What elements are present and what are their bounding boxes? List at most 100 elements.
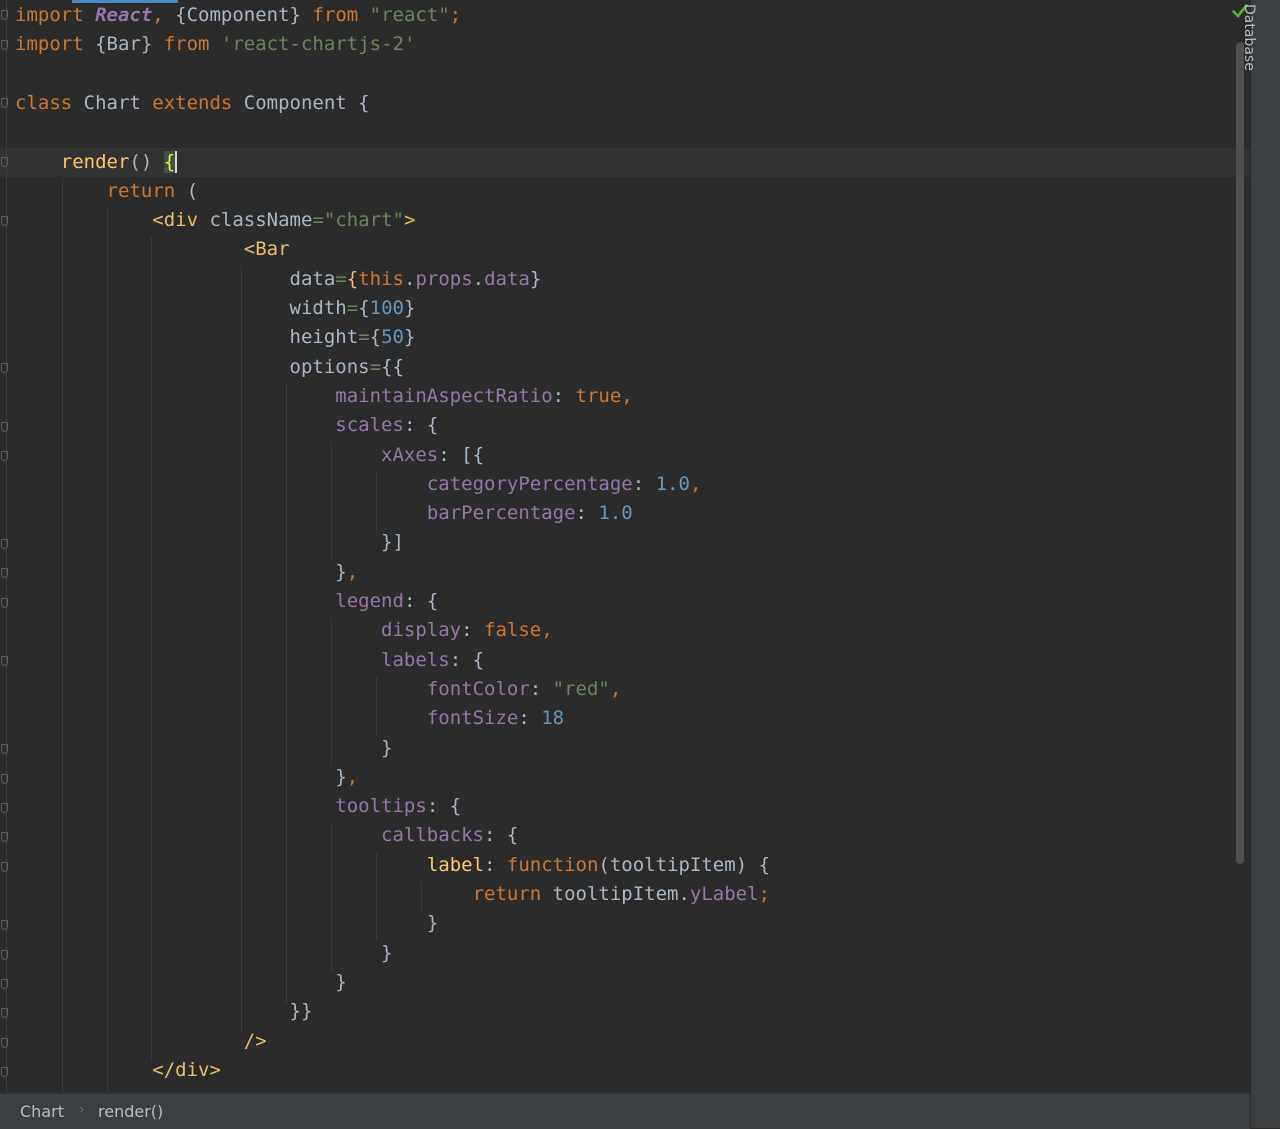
code-token: = xyxy=(312,209,324,232)
code-token: </div> xyxy=(152,1058,221,1081)
fold-marker[interactable] xyxy=(1,10,8,20)
code-line[interactable]: import {Bar} from 'react-chartjs-2' xyxy=(15,30,415,59)
fold-marker[interactable] xyxy=(1,774,8,784)
code-line[interactable]: }} xyxy=(15,997,313,1026)
code-line[interactable]: scales: { xyxy=(15,411,438,440)
code-token: Component { xyxy=(243,91,370,114)
code-token: barPercentage xyxy=(426,502,576,525)
code-token: . xyxy=(403,267,416,290)
code-token: this xyxy=(358,267,404,290)
code-token: callbacks xyxy=(381,824,484,847)
breadcrumb-class[interactable]: Chart xyxy=(20,1102,64,1121)
code-token: , xyxy=(152,4,176,26)
code-line[interactable]: display: false, xyxy=(15,616,553,645)
code-line[interactable]: } xyxy=(15,909,438,938)
code-line[interactable]: <div className="chart"> xyxy=(15,206,415,235)
fold-marker[interactable] xyxy=(1,656,8,666)
fold-marker[interactable] xyxy=(1,598,8,608)
database-tool-tab[interactable]: Database xyxy=(1241,0,1276,80)
breadcrumb: Chart › render() xyxy=(0,1093,1250,1129)
code-line[interactable]: width={100} xyxy=(15,294,416,323)
fold-marker[interactable] xyxy=(1,920,8,930)
code-line[interactable]: maintainAspectRatio: true, xyxy=(15,382,632,411)
code-token: options xyxy=(289,355,370,378)
right-tool-strip xyxy=(1250,0,1280,1128)
code-line[interactable]: fontSize: 18 xyxy=(15,704,564,733)
current-line-highlight xyxy=(0,148,1250,177)
code-line[interactable]: categoryPercentage: 1.0, xyxy=(15,470,702,499)
code-line[interactable]: }] xyxy=(15,528,404,557)
code-token: extends xyxy=(152,91,244,114)
code-token: : xyxy=(461,619,485,642)
breadcrumb-method[interactable]: render() xyxy=(98,1102,163,1121)
code-token: labels xyxy=(381,648,450,671)
fold-marker[interactable] xyxy=(1,1008,8,1018)
code-line[interactable]: <Bar xyxy=(15,235,290,264)
code-line[interactable]: callbacks: { xyxy=(15,821,518,850)
code-token: { xyxy=(163,150,176,173)
code-line[interactable]: data={this.props.data} xyxy=(15,265,542,294)
code-line[interactable]: } xyxy=(15,968,346,997)
code-line[interactable]: }, xyxy=(15,558,358,587)
fold-marker[interactable] xyxy=(1,832,8,842)
code-line[interactable]: import React, {Component} from "react"; xyxy=(15,1,461,30)
code-token: "react" xyxy=(369,4,450,26)
fold-marker[interactable] xyxy=(1,744,8,754)
code-line[interactable]: } xyxy=(15,939,392,968)
fold-marker[interactable] xyxy=(1,979,8,989)
fold-marker[interactable] xyxy=(1,157,8,167)
code-token: : { xyxy=(426,795,462,818)
code-line[interactable]: barPercentage: 1.0 xyxy=(15,499,633,528)
code-line[interactable]: return ( xyxy=(15,177,199,206)
fold-marker[interactable] xyxy=(1,950,8,960)
code-line[interactable]: options={{ xyxy=(15,353,404,382)
code-token: } xyxy=(403,326,416,349)
code-line[interactable]: class Chart extends Component { xyxy=(15,89,370,118)
fold-marker[interactable] xyxy=(1,862,8,872)
code-line[interactable]: /> xyxy=(15,1027,267,1056)
code-line[interactable]: }, xyxy=(15,763,358,792)
code-token: {{ xyxy=(381,355,404,378)
code-line[interactable]: labels: { xyxy=(15,646,484,675)
fold-marker[interactable] xyxy=(1,803,8,813)
code-token: className xyxy=(209,209,313,232)
fold-marker[interactable] xyxy=(1,568,8,578)
code-token: display xyxy=(381,619,462,642)
code-line[interactable]: </div> xyxy=(15,1056,221,1085)
fold-marker[interactable] xyxy=(1,216,8,226)
code-line[interactable]: xAxes: [{ xyxy=(15,441,484,470)
fold-marker[interactable] xyxy=(1,539,8,549)
code-token: } xyxy=(335,765,347,788)
fold-marker[interactable] xyxy=(1,1067,8,1077)
code-line[interactable]: height={50} xyxy=(15,323,416,352)
code-line[interactable]: legend: { xyxy=(15,587,438,616)
fold-marker[interactable] xyxy=(1,1038,8,1048)
code-line[interactable]: fontColor: "red", xyxy=(15,675,622,704)
code-token: fontSize xyxy=(426,707,519,730)
code-line[interactable]: return tooltipItem.yLabel; xyxy=(15,880,770,909)
fold-marker[interactable] xyxy=(1,422,8,432)
vertical-scrollbar[interactable] xyxy=(1236,42,1244,864)
code-line[interactable]: tooltips: { xyxy=(15,792,461,821)
code-line[interactable]: render() { xyxy=(15,148,178,177)
fold-marker[interactable] xyxy=(1,98,8,108)
fold-marker[interactable] xyxy=(1,451,8,461)
fold-marker[interactable] xyxy=(1,40,8,50)
code-token: : [{ xyxy=(438,443,485,466)
code-line[interactable]: } xyxy=(15,734,392,763)
code-token: "chart" xyxy=(323,209,404,232)
code-editor[interactable]: import React, {Component} from "react"; i… xyxy=(0,0,1250,1093)
code-line[interactable]: label: function(tooltipItem) { xyxy=(15,851,770,880)
fold-marker[interactable] xyxy=(1,363,8,373)
code-token: 1.0 xyxy=(598,502,633,525)
